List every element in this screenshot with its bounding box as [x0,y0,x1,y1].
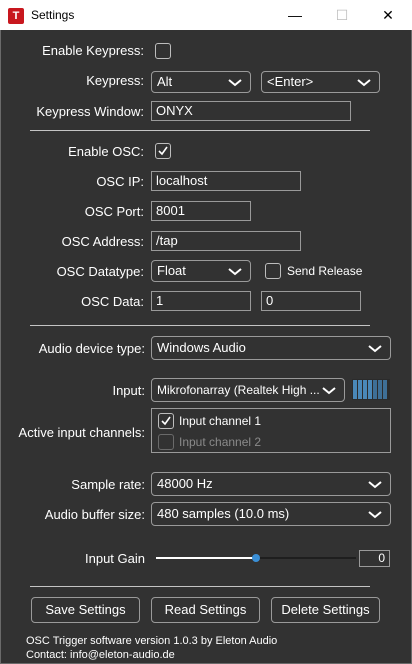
audio-buffer-size-label: Audio buffer size: [44,507,145,522]
sample-rate-select[interactable]: 48000 Hz [151,472,391,496]
audio-buffer-size-select[interactable]: 480 samples (10.0 ms) [151,502,391,526]
osc-datatype-value: Float [157,263,186,278]
osc-port-input[interactable]: 8001 [151,201,251,221]
osc-datatype-label: OSC Datatype: [56,264,144,279]
close-button[interactable]: ✕ [373,4,403,26]
keypress-key-select[interactable]: <Enter> [261,71,380,93]
keypress-modifier-select[interactable]: Alt [151,71,251,93]
chevron-down-icon [368,511,382,519]
level-meter-icon [352,379,390,400]
osc-data-input-1[interactable]: 1 [151,291,251,311]
osc-address-input[interactable]: /tap [151,231,301,251]
slider-thumb[interactable] [252,554,260,562]
contact-text: Contact: info@eleton-audio.de [26,649,175,661]
checkmark-icon [161,416,171,426]
chevron-down-icon [368,345,382,353]
input-device-value: Mikrofonarray (Realtek High ... [157,383,320,397]
enable-keypress-checkbox[interactable] [155,43,171,59]
input-channel-1-checkbox[interactable] [158,413,174,429]
input-channel-2-label: Input channel 2 [179,435,262,449]
keypress-window-label: Keypress Window: [36,104,144,119]
input-channel-1-label: Input channel 1 [179,414,262,428]
input-level-meter [352,379,390,400]
delete-settings-button[interactable]: Delete Settings [271,597,380,623]
input-gain-label: Input Gain [85,551,145,566]
keypress-window-input[interactable]: ONYX [151,101,351,121]
keypress-label: Keypress: [86,73,144,88]
osc-ip-label: OSC IP: [96,174,144,189]
keypress-modifier-value: Alt [157,74,173,89]
separator [30,325,370,326]
keypress-key-value: <Enter> [267,74,314,89]
read-settings-button[interactable]: Read Settings [151,597,260,623]
sample-rate-value: 48000 Hz [157,476,213,491]
chevron-down-icon [228,79,242,87]
app-logo-icon: T [8,8,24,24]
version-text: OSC Trigger software version 1.0.3 by El… [26,635,278,647]
audio-buffer-size-value: 480 samples (10.0 ms) [157,506,290,521]
audio-device-type-label: Audio device type: [38,341,145,356]
minimize-button[interactable]: — [280,4,310,26]
input-gain-slider[interactable] [156,548,356,568]
input-gain-value[interactable]: 0 [359,550,390,567]
input-channel-2-checkbox[interactable] [158,434,174,450]
input-device-select[interactable]: Mikrofonarray (Realtek High ... [151,378,345,402]
osc-data-input-2[interactable]: 0 [261,291,361,311]
osc-ip-input[interactable]: localhost [151,171,301,191]
slider-fill [156,557,256,559]
save-settings-button[interactable]: Save Settings [31,597,140,623]
active-input-channels-label: Active input channels: [18,425,145,440]
separator [30,586,370,587]
window-title: Settings [31,8,75,22]
osc-data-label: OSC Data: [81,294,144,309]
input-label: Input: [112,383,145,398]
separator [30,130,370,131]
sample-rate-label: Sample rate: [71,477,145,492]
checkmark-icon [158,146,168,156]
maximize-button[interactable]: ☐ [327,4,357,26]
active-input-channels-list: Input channel 1 Input channel 2 [151,408,391,453]
osc-port-label: OSC Port: [84,204,144,219]
send-release-checkbox[interactable] [265,263,281,279]
osc-datatype-select[interactable]: Float [151,260,251,282]
enable-osc-label: Enable OSC: [68,144,144,159]
audio-device-type-value: Windows Audio [157,340,246,355]
chevron-down-icon [357,79,371,87]
osc-address-label: OSC Address: [61,234,144,249]
enable-keypress-label: Enable Keypress: [42,43,144,58]
enable-osc-checkbox[interactable] [155,143,171,159]
audio-device-type-select[interactable]: Windows Audio [151,336,391,360]
chevron-down-icon [322,387,336,395]
chevron-down-icon [228,268,242,276]
chevron-down-icon [368,481,382,489]
title-bar: T Settings — ☐ ✕ [0,0,412,30]
send-release-label: Send Release [287,264,363,278]
